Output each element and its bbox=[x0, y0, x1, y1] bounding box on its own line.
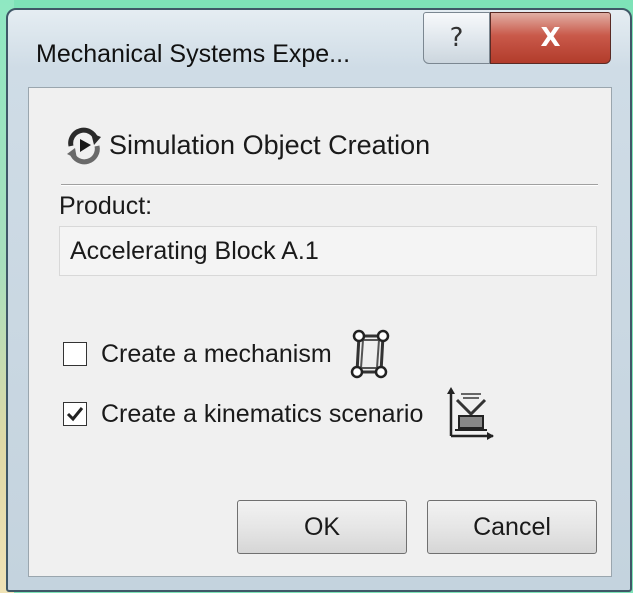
window-title: Mechanical Systems Expe... bbox=[36, 40, 351, 68]
ok-button[interactable]: OK bbox=[237, 500, 407, 554]
create-kinematics-scenario-label: Create a kinematics scenario bbox=[101, 399, 424, 428]
simulation-object-icon bbox=[67, 127, 101, 165]
dialog-client-area: Simulation Object Creation Product: Crea… bbox=[28, 87, 612, 577]
create-mechanism-checkbox[interactable] bbox=[63, 342, 87, 366]
checkmark-icon bbox=[66, 407, 84, 422]
section-header: Simulation Object Creation bbox=[63, 124, 430, 166]
section-divider bbox=[61, 184, 598, 186]
product-field[interactable] bbox=[59, 226, 597, 276]
create-mechanism-label: Create a mechanism bbox=[101, 339, 332, 368]
product-label: Product: bbox=[59, 192, 153, 220]
close-icon: X bbox=[540, 23, 561, 53]
create-kinematics-scenario-checkbox[interactable] bbox=[63, 402, 87, 426]
close-button[interactable]: X bbox=[490, 12, 611, 64]
cancel-button[interactable]: Cancel bbox=[427, 500, 597, 554]
dialog-window: Mechanical Systems Expe... ? X Simulatio… bbox=[6, 8, 632, 592]
help-button[interactable]: ? bbox=[423, 12, 490, 64]
mechanism-icon bbox=[350, 329, 389, 379]
option-create-mechanism[interactable]: Create a mechanism bbox=[63, 328, 394, 380]
option-create-kinematics-scenario[interactable]: Create a kinematics scenario bbox=[63, 386, 495, 442]
section-title: Simulation Object Creation bbox=[109, 129, 431, 160]
kinematics-scenario-icon bbox=[447, 387, 495, 440]
help-icon: ? bbox=[449, 23, 464, 53]
